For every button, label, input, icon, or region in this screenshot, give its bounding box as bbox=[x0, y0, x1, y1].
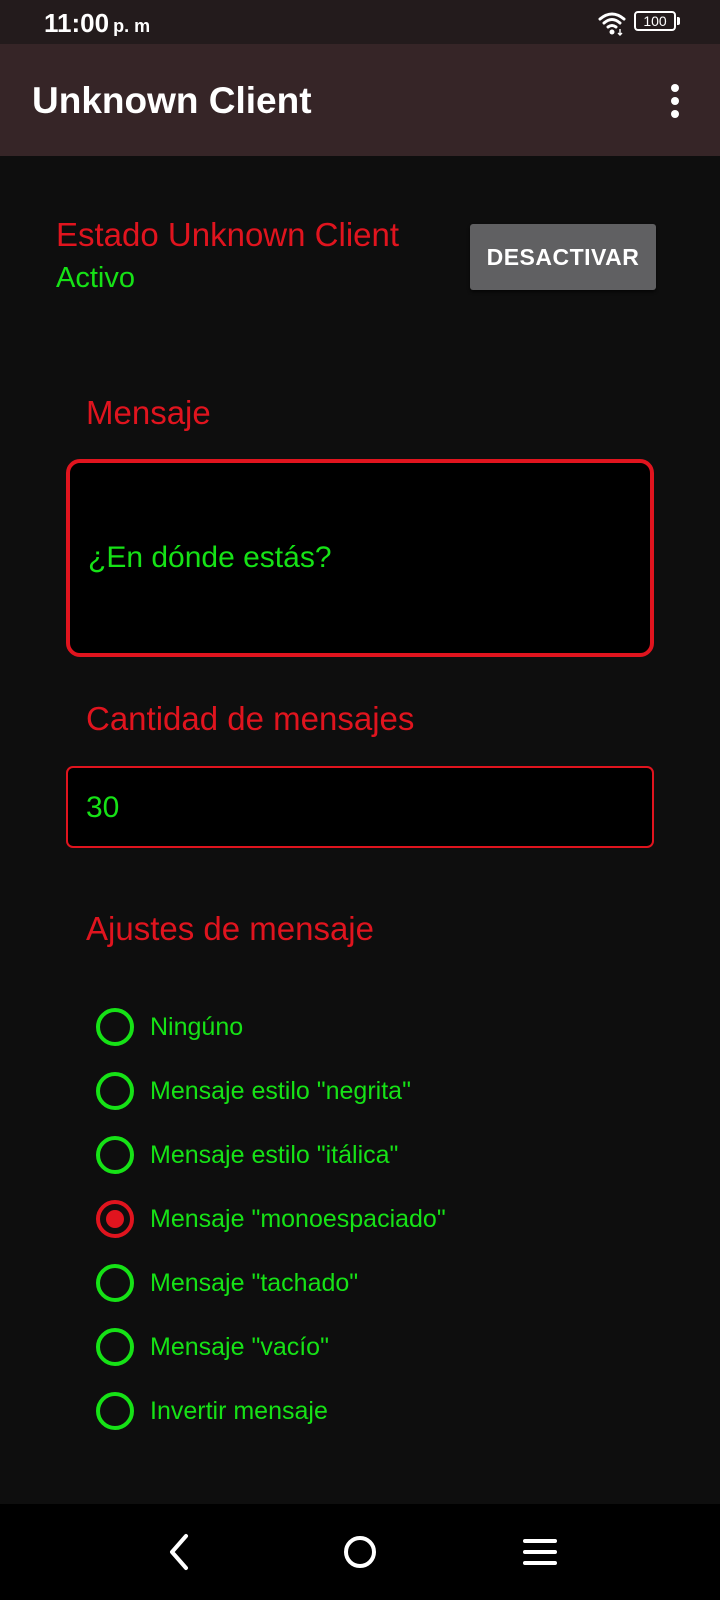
radio-button-icon[interactable] bbox=[96, 1072, 134, 1110]
navigation-bar bbox=[0, 1504, 720, 1600]
radio-option-label: Invertir mensaje bbox=[150, 1397, 328, 1425]
recents-icon[interactable] bbox=[510, 1526, 570, 1578]
status-bar: 11:00 p. m 100 bbox=[0, 0, 720, 44]
battery-icon: 100 bbox=[634, 11, 680, 31]
message-count-value: 30 bbox=[86, 791, 120, 824]
radio-button-icon[interactable] bbox=[96, 1328, 134, 1366]
status-time-ampm: p. m bbox=[113, 16, 151, 36]
home-icon[interactable] bbox=[330, 1526, 390, 1578]
radio-option-label: Mensaje estilo "negrita" bbox=[150, 1077, 411, 1105]
message-input-value: ¿En dónde estás? bbox=[88, 541, 332, 574]
radio-button-icon[interactable] bbox=[96, 1008, 134, 1046]
radio-button-selected-icon[interactable] bbox=[96, 1200, 134, 1238]
status-time: 11:00 p. m bbox=[44, 8, 150, 39]
radio-button-icon[interactable] bbox=[96, 1264, 134, 1302]
estado-value: Activo bbox=[56, 262, 135, 294]
radio-option-label: Ningúno bbox=[150, 1013, 244, 1041]
status-time-value: 11:00 bbox=[44, 8, 110, 38]
cantidad-label: Cantidad de mensajes bbox=[86, 700, 415, 737]
message-input[interactable]: ¿En dónde estás? bbox=[66, 459, 654, 657]
radio-option-label: Mensaje "vacío" bbox=[150, 1333, 329, 1361]
radio-option-label: Mensaje estilo "itálica" bbox=[150, 1141, 399, 1169]
back-icon[interactable] bbox=[150, 1526, 210, 1578]
message-count-input[interactable]: 30 bbox=[66, 766, 654, 848]
wifi-icon bbox=[598, 12, 626, 36]
app-bar: Unknown Client bbox=[0, 44, 720, 156]
radio-button-icon[interactable] bbox=[96, 1392, 134, 1430]
estado-label: Estado Unknown Client bbox=[56, 216, 400, 253]
ajustes-label: Ajustes de mensaje bbox=[86, 910, 374, 947]
radio-option-label: Mensaje "tachado" bbox=[150, 1269, 359, 1297]
radio-button-icon[interactable] bbox=[96, 1136, 134, 1174]
app-title: Unknown Client bbox=[32, 80, 312, 121]
radio-option-label: Mensaje "monoespaciado" bbox=[150, 1205, 446, 1233]
more-vert-icon[interactable] bbox=[656, 80, 694, 124]
battery-level: 100 bbox=[643, 13, 667, 29]
mensaje-label: Mensaje bbox=[86, 394, 211, 431]
deactivate-button[interactable]: DESACTIVAR bbox=[470, 224, 656, 290]
